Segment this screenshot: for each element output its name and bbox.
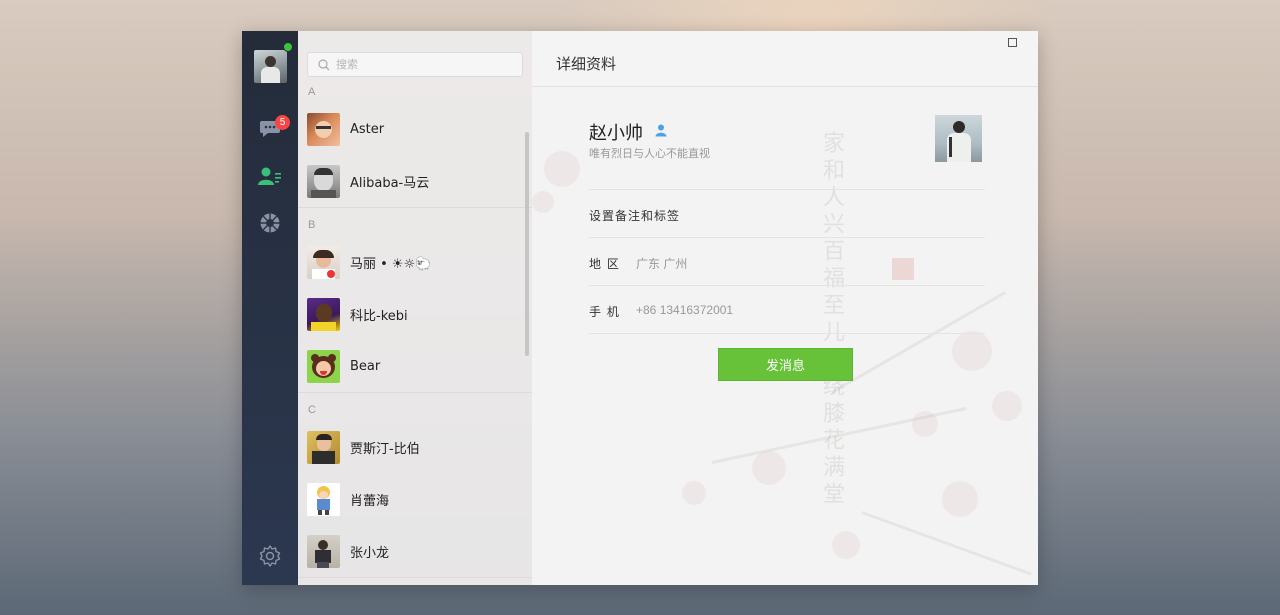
contact-name: 张小龙 xyxy=(350,545,390,561)
page-title: 详细资料 xyxy=(556,55,617,73)
region-label: 地 区 xyxy=(589,257,620,271)
divider xyxy=(589,285,985,286)
contact-row-bear[interactable]: Bear xyxy=(298,340,532,392)
phone-label: 手 机 xyxy=(589,305,620,319)
contact-avatar xyxy=(307,297,340,331)
group-letter-c: C xyxy=(308,404,316,416)
blossom-decoration xyxy=(532,191,554,213)
blossom-decoration xyxy=(832,531,860,559)
contact-avatar xyxy=(307,534,340,568)
calligraphy-decoration: 家和人兴百福至儿孙绕膝花满堂 xyxy=(819,131,844,509)
detail-header: 详细资料 xyxy=(532,31,1038,87)
contact-row-xiao[interactable]: 肖蕾海 xyxy=(298,473,532,525)
contact-row-mali[interactable]: 马丽 • ☀☼🐑 xyxy=(298,236,532,288)
profile-photo[interactable] xyxy=(935,115,982,162)
blossom-decoration xyxy=(992,391,1022,421)
blossom-decoration xyxy=(952,331,992,371)
divider xyxy=(589,189,985,190)
app-window: 5 搜索 A Aster Alibaba-马云 B 马丽 • ☀☼🐑 科比-ke… xyxy=(242,31,1038,585)
profile-name: 赵小帅 xyxy=(589,123,643,144)
contact-avatar xyxy=(307,112,340,146)
maximize-button[interactable] xyxy=(1008,38,1017,47)
contact-name: 马丽 • ☀☼🐑 xyxy=(350,256,432,272)
search-input[interactable] xyxy=(336,58,506,71)
contacts-icon[interactable] xyxy=(258,164,282,188)
contact-list-scrollbar[interactable] xyxy=(525,132,529,356)
group-divider xyxy=(298,577,532,578)
contact-name: 贾斯汀-比伯 xyxy=(350,441,420,457)
contact-avatar xyxy=(307,164,340,198)
group-letter-b: B xyxy=(308,219,316,231)
contact-name: Bear xyxy=(350,358,381,374)
contact-avatar xyxy=(307,482,340,516)
contact-row-justin[interactable]: 贾斯汀-比伯 xyxy=(298,421,532,473)
settings-icon[interactable] xyxy=(258,544,282,568)
seal-decoration xyxy=(892,258,914,280)
phone-value: +86 13416372001 xyxy=(636,303,734,317)
region-value: 广东 广州 xyxy=(636,257,688,271)
user-avatar[interactable] xyxy=(254,50,287,83)
contact-row-alibaba[interactable]: Alibaba-马云 xyxy=(298,155,532,207)
blossom-decoration xyxy=(682,481,706,505)
sidebar: 5 xyxy=(242,31,298,585)
blossom-decoration xyxy=(544,151,580,187)
blossom-decoration xyxy=(942,481,978,517)
contact-row-aster[interactable]: Aster xyxy=(298,103,532,155)
unread-badge: 5 xyxy=(275,115,290,130)
contact-list-panel: A Aster Alibaba-马云 B xyxy=(298,31,532,585)
divider xyxy=(589,237,985,238)
contact-name: Alibaba-马云 xyxy=(350,175,430,191)
contact-avatar xyxy=(307,245,340,279)
group-letter-a: A xyxy=(308,86,316,98)
group-divider xyxy=(298,392,532,393)
contact-list: A Aster Alibaba-马云 B 马丽 • ☀☼🐑 科比-kebi Be… xyxy=(298,81,532,578)
male-person-icon xyxy=(655,124,667,137)
contact-detail-panel: 家和人兴百福至儿孙绕膝花满堂 详细资料 赵小帅 唯有烈日与人心不能直视 设置备注… xyxy=(532,31,1038,585)
contact-name: Aster xyxy=(350,121,385,137)
contact-avatar xyxy=(307,430,340,464)
contact-avatar xyxy=(307,349,340,383)
moments-icon[interactable] xyxy=(258,211,282,235)
remark-tag-link[interactable]: 设置备注和标签 xyxy=(589,207,680,224)
contact-row-kebi[interactable]: 科比-kebi xyxy=(298,288,532,340)
blossom-decoration xyxy=(912,411,938,437)
blossom-decoration xyxy=(752,451,786,485)
contact-name: 肖蕾海 xyxy=(350,493,390,509)
search-icon xyxy=(318,58,330,70)
send-message-button[interactable]: 发消息 xyxy=(718,348,853,381)
online-status-dot xyxy=(283,42,293,52)
contact-row-zhang[interactable]: 张小龙 xyxy=(298,525,532,577)
divider xyxy=(589,333,985,334)
profile-signature: 唯有烈日与人心不能直视 xyxy=(589,147,710,160)
branch-decoration xyxy=(861,511,1032,576)
contact-name: 科比-kebi xyxy=(350,308,408,324)
search-box[interactable] xyxy=(307,52,523,77)
group-divider xyxy=(298,207,532,208)
